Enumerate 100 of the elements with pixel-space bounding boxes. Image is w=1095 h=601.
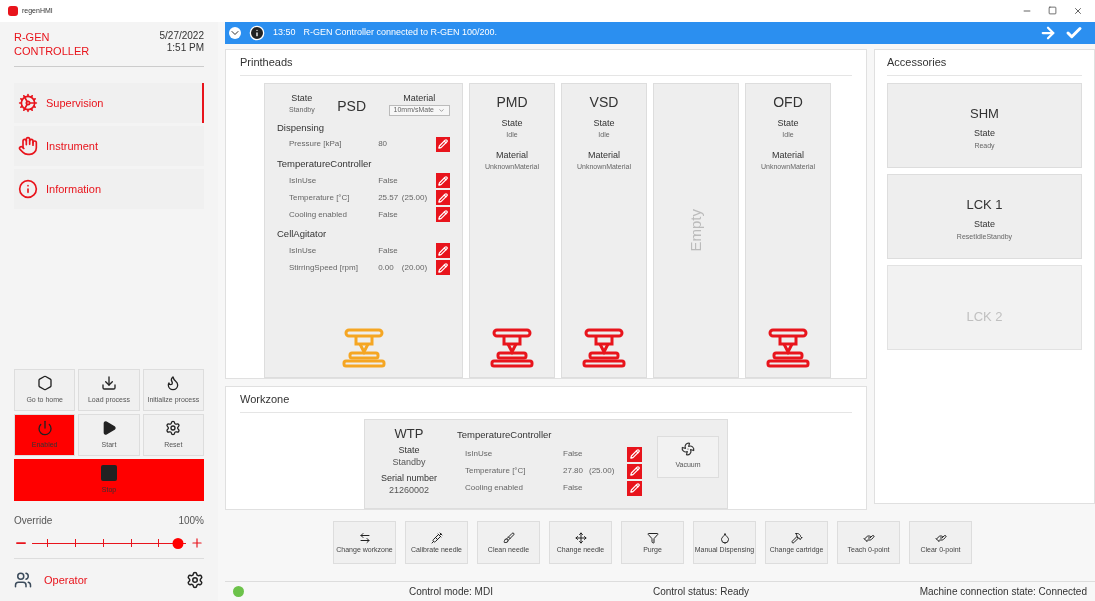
parameter-label: Temperature [°C] [289, 191, 351, 204]
parameter-value: 80 [378, 138, 389, 151]
connection-state: Machine connection state: Connected [919, 585, 1087, 599]
hexagon-icon [36, 374, 53, 391]
state-label: State [974, 127, 995, 140]
material-label: Material [588, 148, 620, 162]
printhead-name: PSD [337, 96, 366, 116]
user-role: Operator [44, 572, 88, 588]
parameter-value: False [563, 448, 584, 461]
slider-thumb[interactable] [172, 537, 184, 549]
brush-icon [502, 531, 515, 544]
printhead-card[interactable] [264, 82, 463, 378]
accessory-name: LCK 1 [966, 195, 1003, 214]
state-label: State [398, 443, 420, 456]
parameter-value: False [378, 244, 399, 257]
parameter-label: Temperature [°C] [465, 465, 527, 478]
app-logo-icon [8, 6, 18, 16]
nav-item[interactable]: Instrument [14, 126, 204, 166]
nav-item[interactable]: Supervision [14, 83, 204, 123]
download-icon [101, 374, 117, 391]
edit-button[interactable] [627, 446, 642, 462]
parameter-label: Pressure [kPa] [289, 138, 343, 151]
state-label: State [291, 91, 313, 105]
parameter-label: Cooling enabled [465, 482, 524, 495]
parameter-value: False [378, 208, 399, 221]
control-status: Control status: Ready [652, 585, 750, 599]
info-icon [249, 25, 265, 41]
info-icon [18, 179, 38, 199]
notification-time: 13:50 [273, 26, 296, 40]
override-label: Override [14, 514, 53, 528]
state-label: State [974, 218, 995, 231]
printhead-icon [341, 327, 386, 369]
parameter-value: 27.80 [563, 465, 585, 478]
increase-icon[interactable] [190, 536, 204, 550]
edit-button[interactable] [627, 463, 642, 479]
parameter-value: False [378, 174, 399, 187]
material-label: Material [772, 148, 804, 162]
material-label: Material [403, 91, 436, 105]
parameter-label: IsInUse [289, 174, 318, 187]
override-value: 100% [178, 514, 204, 528]
maximize-icon[interactable] [1048, 6, 1057, 15]
user-icon [14, 571, 32, 589]
fan-icon [681, 442, 695, 457]
serial-label: Serial number [381, 471, 437, 484]
close-icon[interactable] [1073, 6, 1083, 16]
state-label: State [593, 116, 615, 130]
gear-icon [18, 93, 38, 113]
edit-button[interactable] [436, 243, 450, 259]
collapse-icon[interactable] [229, 27, 241, 39]
workzone-name: WTP [394, 427, 424, 440]
parameter-value: False [563, 482, 584, 495]
parameter-target: (20.00) [401, 262, 428, 272]
hammer-icon [790, 531, 803, 544]
nav-item[interactable]: Information [14, 169, 204, 209]
group-title: TemperatureController [457, 427, 553, 442]
parameter-label: Cooling enabled [289, 208, 348, 221]
printhead-icon [582, 327, 626, 369]
date-text: 5/27/2022 [159, 30, 204, 42]
edit-button[interactable] [436, 207, 450, 222]
arrow-right-icon[interactable] [1039, 24, 1057, 42]
power-icon [36, 419, 53, 436]
edit-button[interactable] [436, 260, 450, 276]
notification-message: R-GEN Controller connected to R-GEN 100/200. [303, 26, 498, 40]
edit-button[interactable] [627, 480, 642, 496]
state-label: State [501, 116, 523, 130]
dropdown-icon [438, 107, 445, 114]
accessory-name: SHM [970, 104, 999, 123]
override-slider[interactable] [32, 537, 186, 549]
printhead-icon [766, 327, 810, 369]
gear-icon [165, 419, 182, 436]
parameter-value: 25.57 [378, 191, 400, 204]
funnel-icon [646, 531, 659, 544]
edit-button[interactable] [436, 173, 450, 188]
time-text: 1:51 PM [166, 42, 204, 54]
syringe-icon [430, 531, 443, 544]
control-mode: Control mode: MDI [409, 585, 493, 599]
move-icon [574, 531, 587, 544]
state-value: Standby [392, 455, 426, 468]
parameter-value: 0.00 [378, 261, 395, 274]
parameter-label: IsInUse [289, 244, 318, 257]
stop-icon [101, 464, 117, 481]
panel-title: Printheads [240, 50, 852, 76]
group-title: TemperatureController [277, 156, 373, 171]
state-label: State [777, 116, 799, 130]
panel-title: Accessories [887, 50, 1082, 76]
edit-button[interactable] [436, 136, 450, 152]
play-icon [101, 419, 117, 436]
edit-button[interactable] [436, 190, 450, 205]
group-title: Dispensing [277, 120, 325, 135]
printhead-name: PMD [496, 92, 528, 112]
printhead-name: OFD [773, 92, 803, 112]
serial-value: 21260002 [388, 483, 429, 496]
material-label: Material [496, 148, 528, 162]
parameter-label: IsInUse [465, 448, 494, 461]
printhead-icon [490, 327, 534, 369]
parameter-target: (25.00) [401, 192, 428, 202]
parameter-label: StirringSpeed [rpm] [289, 261, 359, 274]
settings-icon[interactable] [186, 571, 204, 589]
droplet-icon [718, 531, 731, 544]
controller-title: R-GEN CONTROLLER [14, 30, 91, 58]
